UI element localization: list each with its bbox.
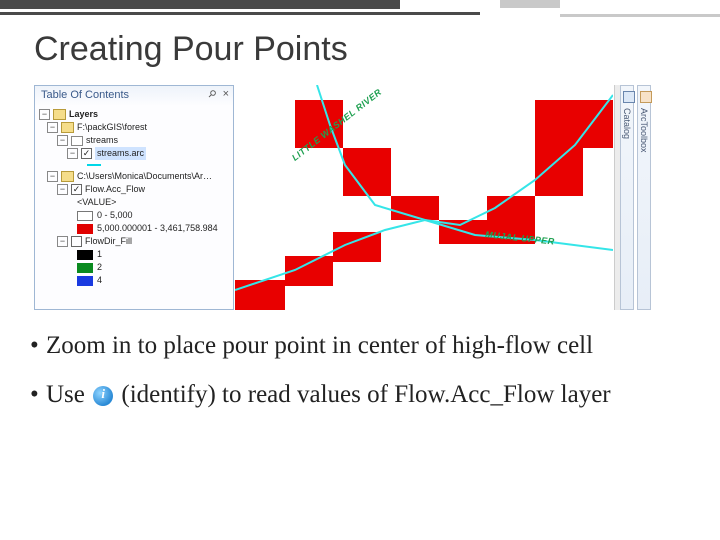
toc-v3: 4 <box>97 274 102 287</box>
toc-tree: −Layers −F:\packGIS\forest −streams −✓st… <box>35 106 233 309</box>
arctoolbox-label: ArcToolbox <box>639 108 649 153</box>
bullet-text-seg: (identify) to read values of Flow. <box>115 381 450 408</box>
bullet-text: Use (identify) to read values of Flow.Ac… <box>46 379 611 410</box>
bullet-item: • Use (identify) to read values of Flow.… <box>30 379 690 410</box>
toc-v2: 2 <box>97 261 102 274</box>
toc-header: Table Of Contents <box>41 89 129 101</box>
toc-layer-streams[interactable]: streams <box>86 134 118 147</box>
catalog-panel-tab[interactable]: Catalog <box>620 85 634 310</box>
line-symbol-icon <box>87 164 101 166</box>
bullet-list: • Zoom in to place pour point in center … <box>30 330 690 429</box>
close-icon[interactable]: × <box>223 88 229 100</box>
toc-group-path[interactable]: F:\packGIS\forest <box>77 121 147 134</box>
collapse-icon[interactable]: − <box>39 109 50 120</box>
toc-group-path-2[interactable]: C:\Users\Monica\Documents\Ar… <box>77 170 212 183</box>
collapse-icon[interactable]: − <box>57 184 68 195</box>
bullet-text-seg: Acc_Flow layer <box>450 381 610 408</box>
layer-icon <box>71 136 83 146</box>
toc-range-2: 5,000.000001 - 3,461,758.984 <box>97 222 218 235</box>
toc-range-1: 0 - 5,000 <box>97 209 133 222</box>
collapse-icon[interactable]: − <box>47 122 58 133</box>
folder-icon <box>61 122 74 133</box>
bullet-text-seg: Use <box>46 381 91 408</box>
toc-root[interactable]: Layers <box>69 108 98 121</box>
bullet-dot: • <box>30 330 46 361</box>
slide-top-decoration <box>0 0 720 24</box>
collapse-icon[interactable]: − <box>47 171 58 182</box>
identify-tool-icon[interactable] <box>93 386 113 406</box>
toc-value-header: <VALUE> <box>77 196 116 209</box>
toc-layer-flowdir[interactable]: FlowDir_Fill <box>85 235 132 248</box>
arcmap-screenshot: Table Of Contents ⚲ × −Layers −F:\packGI… <box>34 85 614 310</box>
toc-v1: 1 <box>97 248 102 261</box>
bullet-item: • Zoom in to place pour point in center … <box>30 330 690 361</box>
visibility-checkbox[interactable]: ✓ <box>71 184 82 195</box>
swatch-white-icon <box>77 211 93 221</box>
table-of-contents-panel: Table Of Contents ⚲ × −Layers −F:\packGI… <box>34 85 234 310</box>
swatch-red-icon <box>77 224 93 234</box>
visibility-checkbox[interactable] <box>71 236 82 247</box>
collapse-icon[interactable]: − <box>57 135 68 146</box>
catalog-icon <box>623 91 635 103</box>
arctoolbox-panel-tab[interactable]: ArcToolbox <box>637 85 651 310</box>
folder-icon <box>61 171 74 182</box>
pin-icon[interactable]: ⚲ <box>205 88 218 101</box>
collapse-icon[interactable]: − <box>67 148 78 159</box>
bullet-dot: • <box>30 379 46 410</box>
catalog-label: Catalog <box>622 108 632 139</box>
collapse-icon[interactable]: − <box>57 236 68 247</box>
toc-layer-flowacc[interactable]: Flow.Acc_Flow <box>85 183 145 196</box>
visibility-checkbox[interactable]: ✓ <box>81 148 92 159</box>
toc-layer-streams-arc[interactable]: streams.arc <box>95 147 146 160</box>
swatch-blue-icon <box>77 276 93 286</box>
bullet-text: Zoom in to place pour point in center of… <box>46 330 593 361</box>
slide-title: Creating Pour Points <box>34 30 348 69</box>
swatch-green-icon <box>77 263 93 273</box>
layers-icon <box>53 109 66 120</box>
swatch-black-icon <box>77 250 93 260</box>
stream-line <box>235 85 613 310</box>
arctoolbox-icon <box>640 91 652 103</box>
map-view[interactable]: LITTLE WASHEL RIVER MUJAL UPPER <box>235 85 613 310</box>
